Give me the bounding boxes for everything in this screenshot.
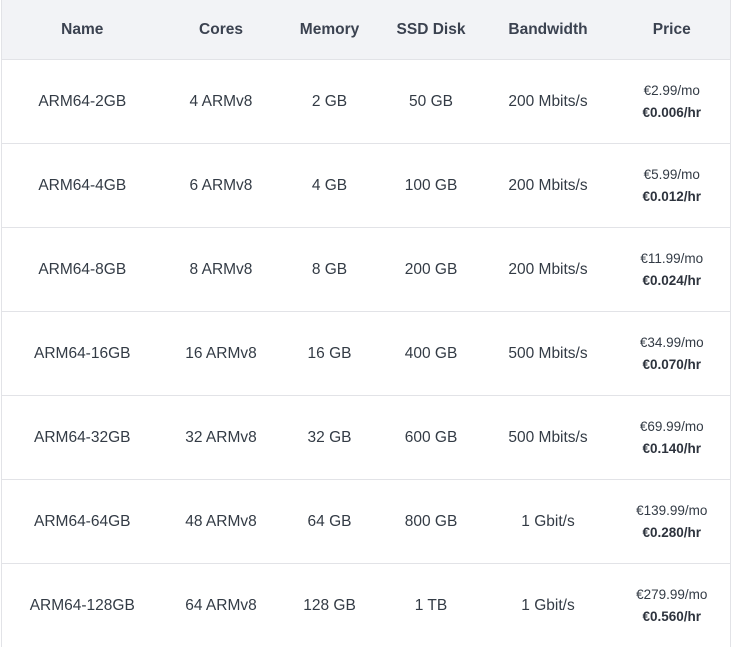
cell-price: €2.99/mo €0.006/hr (614, 60, 731, 144)
price-hourly: €0.280/hr (614, 522, 731, 544)
cell-name: ARM64-2GB (2, 60, 163, 144)
price-hourly: €0.560/hr (614, 606, 731, 628)
cell-price: €11.99/mo €0.024/hr (614, 228, 731, 312)
cell-cores: 32 ARMv8 (163, 396, 280, 480)
cell-price: €5.99/mo €0.012/hr (614, 144, 731, 228)
price-hourly: €0.070/hr (614, 354, 731, 376)
header-ssd-disk: SSD Disk (380, 0, 483, 60)
cell-ssd: 200 GB (380, 228, 483, 312)
price-hourly: €0.006/hr (614, 102, 731, 124)
header-memory: Memory (280, 0, 380, 60)
cell-memory: 8 GB (280, 228, 380, 312)
header-name: Name (2, 0, 163, 60)
table-row: ARM64-2GB 4 ARMv8 2 GB 50 GB 200 Mbits/s… (2, 60, 731, 144)
cell-name: ARM64-16GB (2, 312, 163, 396)
header-price: Price (614, 0, 731, 60)
cell-ssd: 50 GB (380, 60, 483, 144)
cell-price: €139.99/mo €0.280/hr (614, 480, 731, 564)
cell-ssd: 600 GB (380, 396, 483, 480)
price-hourly: €0.012/hr (614, 186, 731, 208)
cell-cores: 6 ARMv8 (163, 144, 280, 228)
cell-bandwidth: 200 Mbits/s (483, 144, 614, 228)
cell-price: €69.99/mo €0.140/hr (614, 396, 731, 480)
cell-cores: 48 ARMv8 (163, 480, 280, 564)
cell-bandwidth: 1 Gbit/s (483, 480, 614, 564)
header-row: Name Cores Memory SSD Disk Bandwidth Pri… (2, 0, 731, 60)
cell-memory: 32 GB (280, 396, 380, 480)
table-row: ARM64-64GB 48 ARMv8 64 GB 800 GB 1 Gbit/… (2, 480, 731, 564)
cell-memory: 2 GB (280, 60, 380, 144)
cell-memory: 4 GB (280, 144, 380, 228)
table-row: ARM64-8GB 8 ARMv8 8 GB 200 GB 200 Mbits/… (2, 228, 731, 312)
cell-bandwidth: 1 Gbit/s (483, 564, 614, 647)
price-monthly: €5.99/mo (614, 164, 731, 186)
cell-ssd: 100 GB (380, 144, 483, 228)
cell-ssd: 1 TB (380, 564, 483, 647)
cell-name: ARM64-8GB (2, 228, 163, 312)
table-row: ARM64-4GB 6 ARMv8 4 GB 100 GB 200 Mbits/… (2, 144, 731, 228)
header-bandwidth: Bandwidth (483, 0, 614, 60)
cell-cores: 8 ARMv8 (163, 228, 280, 312)
table-row: ARM64-16GB 16 ARMv8 16 GB 400 GB 500 Mbi… (2, 312, 731, 396)
table-header: Name Cores Memory SSD Disk Bandwidth Pri… (2, 0, 731, 60)
cell-bandwidth: 200 Mbits/s (483, 228, 614, 312)
cell-price: €34.99/mo €0.070/hr (614, 312, 731, 396)
table-row: ARM64-128GB 64 ARMv8 128 GB 1 TB 1 Gbit/… (2, 564, 731, 647)
price-monthly: €69.99/mo (614, 416, 731, 438)
cell-bandwidth: 500 Mbits/s (483, 396, 614, 480)
cell-cores: 16 ARMv8 (163, 312, 280, 396)
cell-ssd: 800 GB (380, 480, 483, 564)
price-hourly: €0.140/hr (614, 438, 731, 460)
cell-name: ARM64-128GB (2, 564, 163, 647)
price-monthly: €34.99/mo (614, 332, 731, 354)
table-body: ARM64-2GB 4 ARMv8 2 GB 50 GB 200 Mbits/s… (2, 60, 731, 647)
cell-memory: 128 GB (280, 564, 380, 647)
price-monthly: €139.99/mo (614, 500, 731, 522)
cell-name: ARM64-4GB (2, 144, 163, 228)
cell-name: ARM64-64GB (2, 480, 163, 564)
cell-bandwidth: 200 Mbits/s (483, 60, 614, 144)
cell-bandwidth: 500 Mbits/s (483, 312, 614, 396)
cell-cores: 4 ARMv8 (163, 60, 280, 144)
price-monthly: €2.99/mo (614, 80, 731, 102)
cell-name: ARM64-32GB (2, 396, 163, 480)
pricing-table: Name Cores Memory SSD Disk Bandwidth Pri… (1, 0, 731, 647)
cell-ssd: 400 GB (380, 312, 483, 396)
cell-memory: 16 GB (280, 312, 380, 396)
cell-cores: 64 ARMv8 (163, 564, 280, 647)
header-cores: Cores (163, 0, 280, 60)
price-monthly: €11.99/mo (614, 248, 731, 270)
cell-price: €279.99/mo €0.560/hr (614, 564, 731, 647)
price-monthly: €279.99/mo (614, 584, 731, 606)
cell-memory: 64 GB (280, 480, 380, 564)
price-hourly: €0.024/hr (614, 270, 731, 292)
table-row: ARM64-32GB 32 ARMv8 32 GB 600 GB 500 Mbi… (2, 396, 731, 480)
